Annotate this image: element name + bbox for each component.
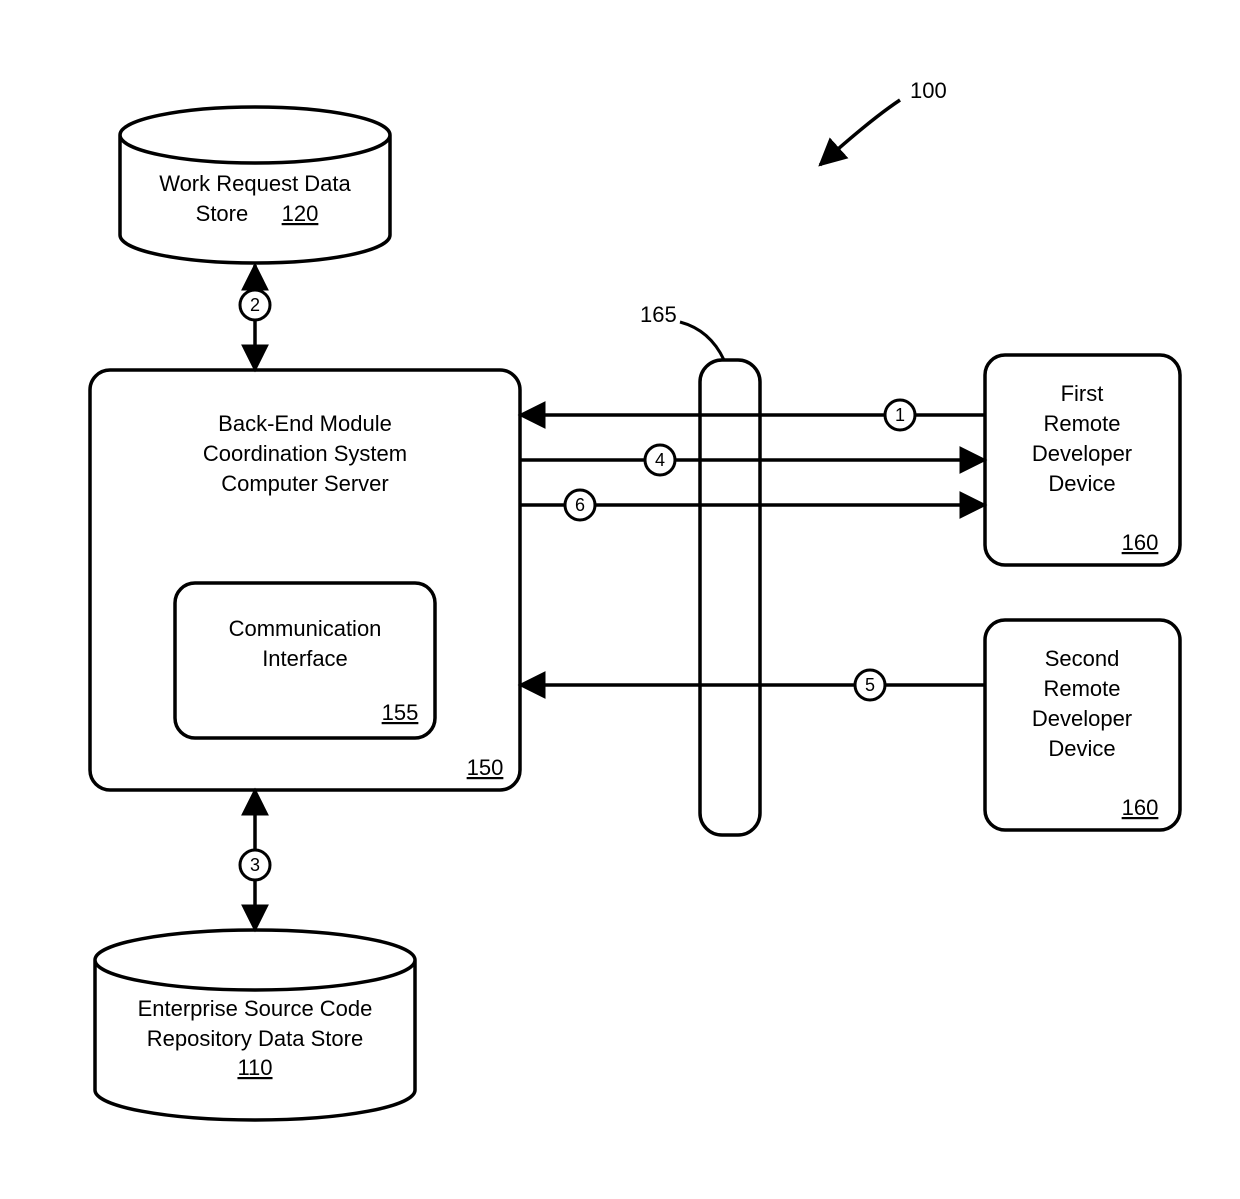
dev2-line2: Remote bbox=[1043, 676, 1120, 701]
repo-line2: Repository Data Store bbox=[147, 1026, 363, 1051]
dev1-line1: First bbox=[1061, 381, 1104, 406]
dev2-line3: Developer bbox=[1032, 706, 1132, 731]
second-dev-device: Second Remote Developer Device 160 bbox=[985, 620, 1180, 830]
communication-interface: Communication Interface 155 bbox=[175, 583, 435, 738]
figure-ref: 100 bbox=[910, 78, 947, 103]
system-diagram: 100 Work Request Data Store 120 Back-End… bbox=[0, 0, 1240, 1199]
server-line3: Computer Server bbox=[221, 471, 389, 496]
comm-if-line2: Interface bbox=[262, 646, 348, 671]
gateway-bar: 165 bbox=[640, 302, 760, 835]
work-request-line1: Work Request Data bbox=[159, 171, 351, 196]
work-request-data-store: Work Request Data Store 120 bbox=[120, 107, 390, 263]
gateway-ref: 165 bbox=[640, 302, 677, 327]
server-ref: 150 bbox=[467, 755, 504, 780]
connector-2: 2 bbox=[240, 265, 270, 370]
server-line1: Back-End Module bbox=[218, 411, 392, 436]
dev1-ref: 160 bbox=[1122, 530, 1159, 555]
repo-ref: 110 bbox=[237, 1055, 272, 1080]
step-4: 4 bbox=[655, 450, 665, 470]
step-3: 3 bbox=[250, 855, 260, 875]
repo-line1: Enterprise Source Code bbox=[138, 996, 373, 1021]
server-line2: Coordination System bbox=[203, 441, 407, 466]
step-2: 2 bbox=[250, 295, 260, 315]
step-5: 5 bbox=[865, 675, 875, 695]
dev1-line3: Developer bbox=[1032, 441, 1132, 466]
dev1-line2: Remote bbox=[1043, 411, 1120, 436]
dev2-ref: 160 bbox=[1122, 795, 1159, 820]
figure-callout: 100 bbox=[820, 78, 947, 165]
first-dev-device: First Remote Developer Device 160 bbox=[985, 355, 1180, 565]
repo-data-store: Enterprise Source Code Repository Data S… bbox=[95, 930, 415, 1120]
step-6: 6 bbox=[575, 495, 585, 515]
comm-if-ref: 155 bbox=[382, 700, 419, 725]
server-box: Back-End Module Coordination System Comp… bbox=[90, 370, 520, 790]
step-1: 1 bbox=[895, 405, 905, 425]
dev2-line4: Device bbox=[1048, 736, 1115, 761]
dev2-line1: Second bbox=[1045, 646, 1120, 671]
connector-3: 3 bbox=[240, 790, 270, 930]
dev1-line4: Device bbox=[1048, 471, 1115, 496]
comm-if-line1: Communication bbox=[229, 616, 382, 641]
